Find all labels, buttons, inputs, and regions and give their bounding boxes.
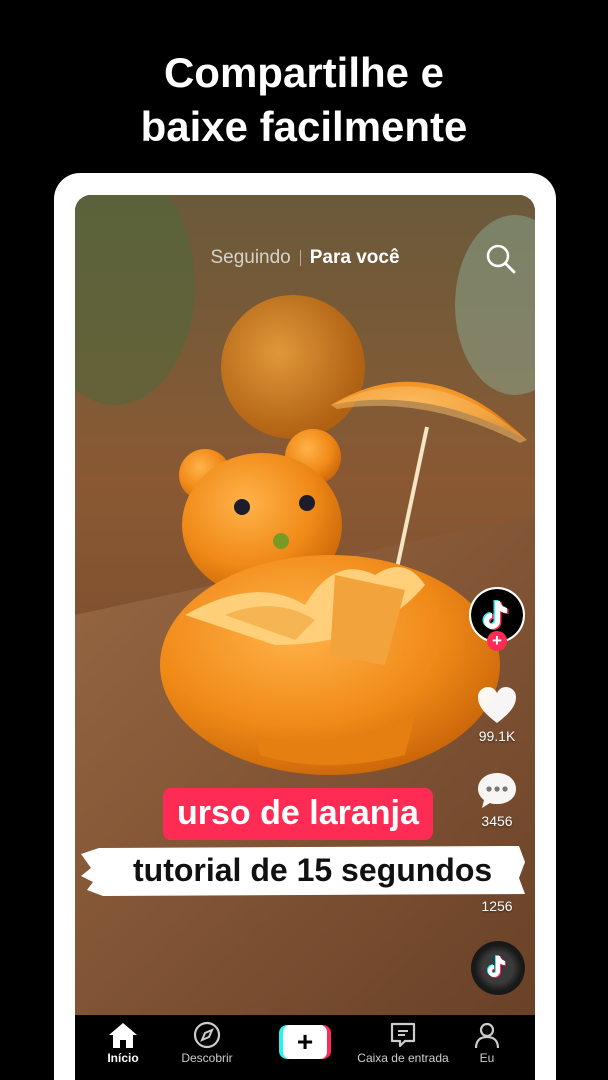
phone-screen: Seguindo Para você + 99.1K 3456 1256 urs… — [75, 195, 535, 1080]
promo-headline: Compartilhe e baixe facilmente — [0, 46, 608, 154]
nav-me-label: Eu — [479, 1051, 495, 1065]
heart-icon — [478, 687, 516, 723]
caption-subtitle: tutorial de 15 segundos — [133, 852, 493, 888]
nav-inbox-label: Caixa de entrada — [357, 1051, 449, 1065]
home-icon — [109, 1023, 137, 1048]
comment-button[interactable]: 3456 — [467, 770, 527, 850]
tab-for-you[interactable]: Para você — [310, 247, 400, 269]
music-disc-icon — [487, 955, 506, 978]
headline-line-1: Compartilhe e — [163, 49, 445, 96]
creator-avatar-group: + — [467, 587, 527, 657]
comment-icon — [478, 773, 516, 808]
like-count: 99.1K — [478, 728, 516, 744]
nav-me[interactable]: Eu — [467, 1015, 507, 1080]
comment-count: 3456 — [481, 813, 513, 829]
create-plus-icon: + — [279, 1025, 331, 1059]
follow-button[interactable]: + — [487, 631, 507, 651]
nav-home[interactable]: Início — [93, 1015, 153, 1080]
nav-discover-label: Descobrir — [181, 1051, 233, 1065]
compass-icon — [193, 1021, 221, 1049]
create-button[interactable]: + — [277, 1015, 333, 1080]
nav-discover[interactable]: Descobrir — [171, 1015, 243, 1080]
tab-divider — [299, 250, 301, 266]
tab-following[interactable]: Seguindo — [210, 247, 290, 269]
profile-icon — [474, 1022, 500, 1049]
headline-line-2: baixe facilmente — [140, 103, 468, 150]
nav-home-label: Início — [107, 1051, 139, 1065]
music-disc-button[interactable] — [471, 941, 525, 995]
inbox-icon — [390, 1022, 416, 1048]
nav-inbox[interactable]: Caixa de entrada — [351, 1015, 455, 1080]
feed-tabs: Seguindo Para você — [75, 247, 535, 269]
search-icon — [486, 244, 516, 274]
like-button[interactable]: 99.1K — [467, 685, 527, 765]
search-button[interactable] — [485, 243, 517, 275]
bottom-nav: Início Descobrir + Caixa de entrada Eu — [75, 1015, 535, 1080]
create-label: + — [283, 1025, 327, 1059]
caption-title: urso de laranja — [163, 788, 433, 840]
share-count: 1256 — [481, 898, 513, 914]
